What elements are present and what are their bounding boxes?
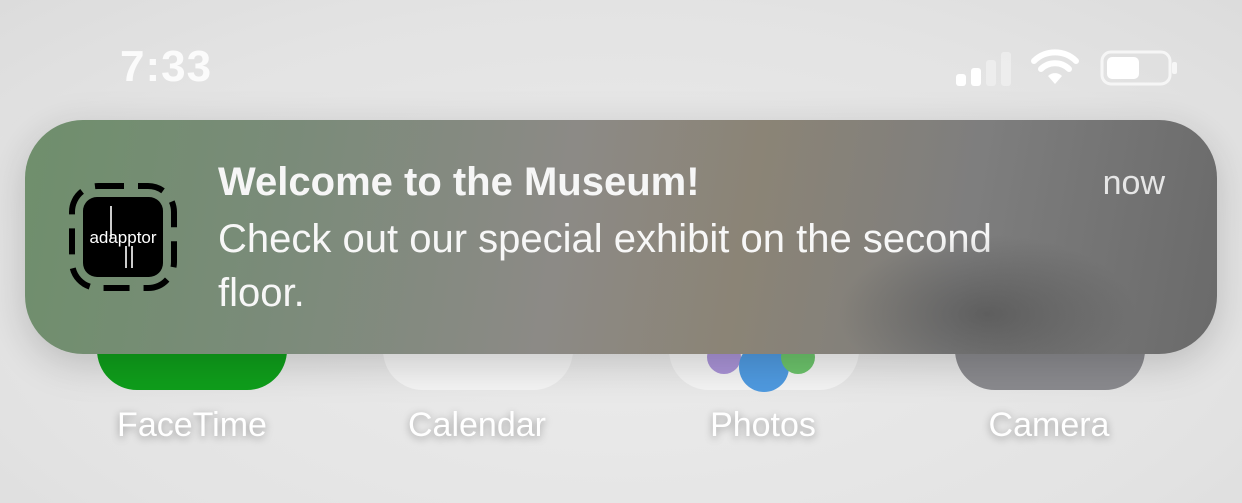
cellular-signal-icon [956,50,1012,86]
app-label-photos: Photos [710,406,816,444]
home-screen: 7:33 FaceTime Calendar Photos Camera ada… [0,0,1242,503]
notification-body: Check out our special exhibit on the sec… [218,217,992,315]
battery-icon [1100,50,1177,86]
wifi-icon [1031,49,1079,84]
notification-banner[interactable]: adapptor Welcome to the Museum! now Chec… [25,120,1217,354]
app-label-calendar: Calendar [408,406,546,444]
app-label-camera: Camera [988,406,1110,444]
status-time: 7:33 [120,42,213,91]
svg-text:adapptor: adapptor [89,228,156,247]
notification-app-icon: adapptor [69,183,177,291]
app-label-facetime: FaceTime [117,406,267,444]
notification-time: now [1102,164,1165,202]
notification-title: Welcome to the Museum! [218,160,700,204]
